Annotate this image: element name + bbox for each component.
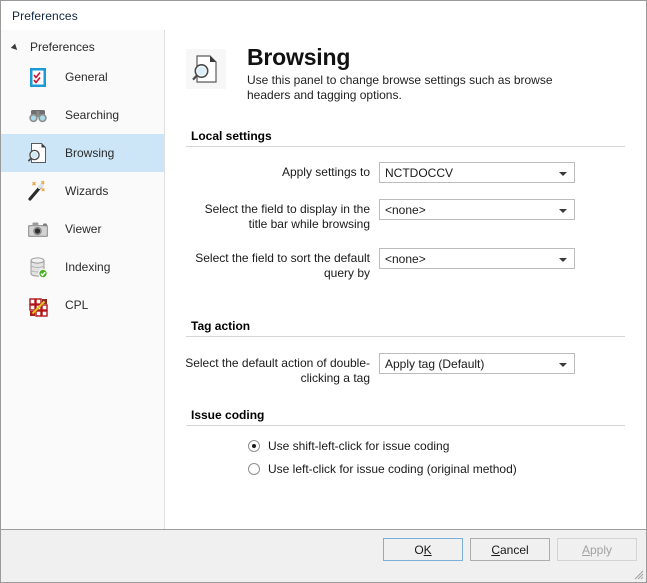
window-title: Preferences <box>12 8 78 23</box>
sidebar-item-label: General <box>65 70 108 84</box>
document-search-icon <box>23 138 53 168</box>
chevron-down-icon[interactable] <box>559 258 567 262</box>
cancel-button[interactable]: Cancel <box>470 538 550 561</box>
sidebar-item-viewer[interactable]: Viewer <box>1 210 164 248</box>
radio-left-click[interactable]: Use left-click for issue coding (origina… <box>183 462 628 476</box>
combobox-value: <none> <box>385 202 426 217</box>
combobox-value: Apply tag (Default) <box>385 356 485 371</box>
page-header-text: Browsing Use this panel to change browse… <box>247 44 599 103</box>
sidebar-item-indexing[interactable]: Indexing <box>1 248 164 286</box>
page-header: Browsing Use this panel to change browse… <box>183 30 628 103</box>
section-divider <box>186 425 625 426</box>
sidebar-item-wizards[interactable]: Wizards <box>1 172 164 210</box>
expand-triangle-icon[interactable] <box>10 41 23 54</box>
chevron-down-icon[interactable] <box>559 172 567 176</box>
radio-shift-left-click[interactable]: Use shift-left-click for issue coding <box>183 439 628 453</box>
field-apply-settings-to: Apply settings to NCTDOCCV <box>183 162 628 183</box>
chevron-down-icon[interactable] <box>559 209 567 213</box>
field-label: Select the field to display in the title… <box>204 202 370 231</box>
preferences-dialog: Preferences Preferences General Searchin… <box>0 0 647 583</box>
footer-button-group: OK Cancel Apply <box>383 538 637 561</box>
field-default-sort-field: Select the field to sort the default que… <box>183 248 628 281</box>
radio-button[interactable] <box>248 463 260 475</box>
page-description: Use this panel to change browse settings… <box>247 73 553 102</box>
apply-button: Apply <box>557 538 637 561</box>
database-check-icon <box>23 252 53 282</box>
sidebar-item-browsing[interactable]: Browsing <box>1 134 164 172</box>
sidebar-item-label: Viewer <box>65 222 102 236</box>
magic-wand-icon <box>23 176 53 206</box>
camera-icon <box>23 214 53 244</box>
section-title: Tag action <box>191 319 251 333</box>
section-issue-coding: Issue coding Use shift-left-click for is… <box>183 408 628 476</box>
tree-root-preferences[interactable]: Preferences <box>1 36 164 58</box>
cancel-button-label-post: ancel <box>499 542 529 557</box>
apply-button-label-post: pply <box>590 542 613 557</box>
resize-grip-icon[interactable] <box>632 568 644 580</box>
dialog-body: Preferences General Searching Browsing W… <box>1 30 646 529</box>
section-divider <box>186 336 625 337</box>
sidebar-item-label: Indexing <box>65 260 111 274</box>
title-bar: Preferences <box>1 1 646 30</box>
field-double-click-action: Select the default action of double-clic… <box>183 353 628 386</box>
field-label: Apply settings to <box>281 165 370 179</box>
field-label: Select the field to sort the default que… <box>195 251 370 280</box>
apply-settings-to-combobox[interactable]: NCTDOCCV <box>379 162 575 183</box>
preferences-tree[interactable]: Preferences General Searching Browsing W… <box>1 30 165 529</box>
grid-blocks-icon <box>23 290 53 320</box>
field-title-bar-field: Select the field to display in the title… <box>183 199 628 232</box>
cancel-button-accel: C <box>491 542 500 557</box>
page-title: Browsing <box>247 44 351 70</box>
ok-button-label-pre: O <box>414 542 424 557</box>
settings-panel: Browsing Use this panel to change browse… <box>165 30 646 529</box>
radio-label: Use shift-left-click for issue coding <box>268 439 450 453</box>
default-sort-field-combobox[interactable]: <none> <box>379 248 575 269</box>
sidebar-item-cpl[interactable]: CPL <box>1 286 164 324</box>
dialog-footer: OK Cancel Apply <box>1 529 646 582</box>
tree-root-label: Preferences <box>30 40 95 54</box>
sidebar-item-label: Wizards <box>65 184 109 198</box>
section-title: Local settings <box>191 129 272 143</box>
section-divider <box>186 146 625 147</box>
sidebar-item-label: Searching <box>65 108 120 122</box>
double-click-action-combobox[interactable]: Apply tag (Default) <box>379 353 575 374</box>
section-title: Issue coding <box>191 408 265 422</box>
field-label: Select the default action of double-clic… <box>185 356 370 385</box>
sidebar-item-searching[interactable]: Searching <box>1 96 164 134</box>
radio-label: Use left-click for issue coding (origina… <box>268 462 517 476</box>
sidebar-item-label: Browsing <box>65 146 115 160</box>
ok-button-accel: K <box>423 542 432 557</box>
radio-button[interactable] <box>248 440 260 452</box>
sidebar-item-general[interactable]: General <box>1 58 164 96</box>
chevron-down-icon[interactable] <box>559 363 567 367</box>
combobox-value: <none> <box>385 251 426 266</box>
binoculars-icon <box>23 100 53 130</box>
section-tag-action: Tag action Select the default action of … <box>183 319 628 386</box>
apply-button-accel: A <box>581 542 590 557</box>
section-local-settings: Local settings Apply settings to NCTDOCC… <box>183 129 628 281</box>
combobox-value: NCTDOCCV <box>385 165 453 180</box>
checklist-icon <box>23 62 53 92</box>
sidebar-item-label: CPL <box>65 298 89 312</box>
ok-button[interactable]: OK <box>383 538 463 561</box>
title-bar-field-combobox[interactable]: <none> <box>379 199 575 220</box>
document-search-icon <box>185 48 227 90</box>
